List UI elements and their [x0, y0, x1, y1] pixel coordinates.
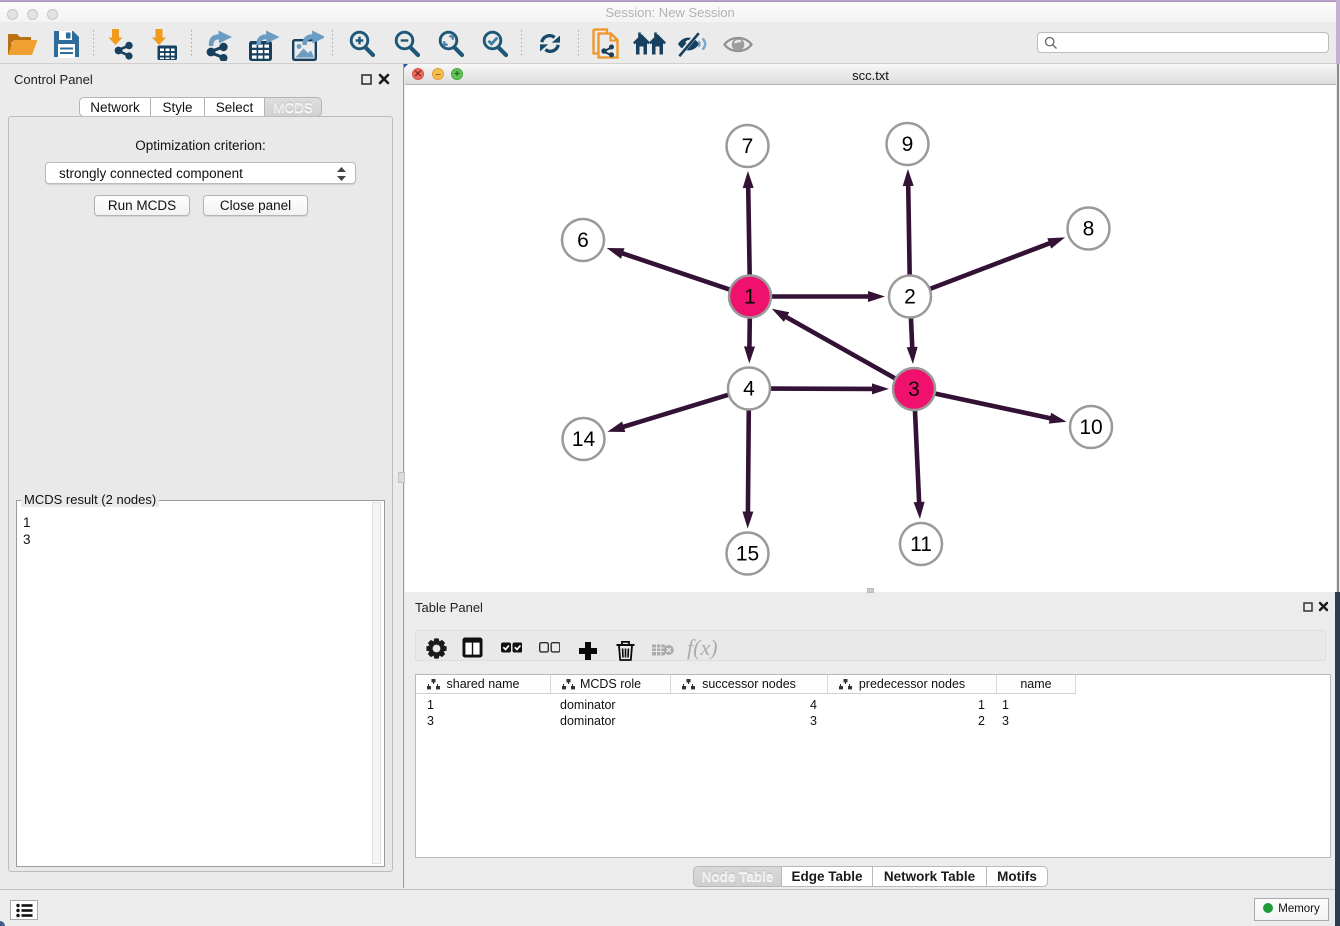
svg-text:14: 14 [572, 428, 596, 451]
svg-text:9: 9 [902, 133, 914, 156]
svg-text:11: 11 [910, 533, 932, 556]
svg-text:3: 3 [908, 378, 920, 401]
svg-text:7: 7 [742, 135, 754, 158]
svg-text:6: 6 [577, 229, 589, 252]
svg-text:8: 8 [1083, 218, 1095, 241]
svg-text:1: 1 [744, 286, 756, 309]
svg-text:10: 10 [1079, 416, 1102, 439]
svg-text:15: 15 [736, 543, 759, 566]
svg-text:4: 4 [743, 378, 755, 401]
svg-text:2: 2 [904, 286, 916, 309]
